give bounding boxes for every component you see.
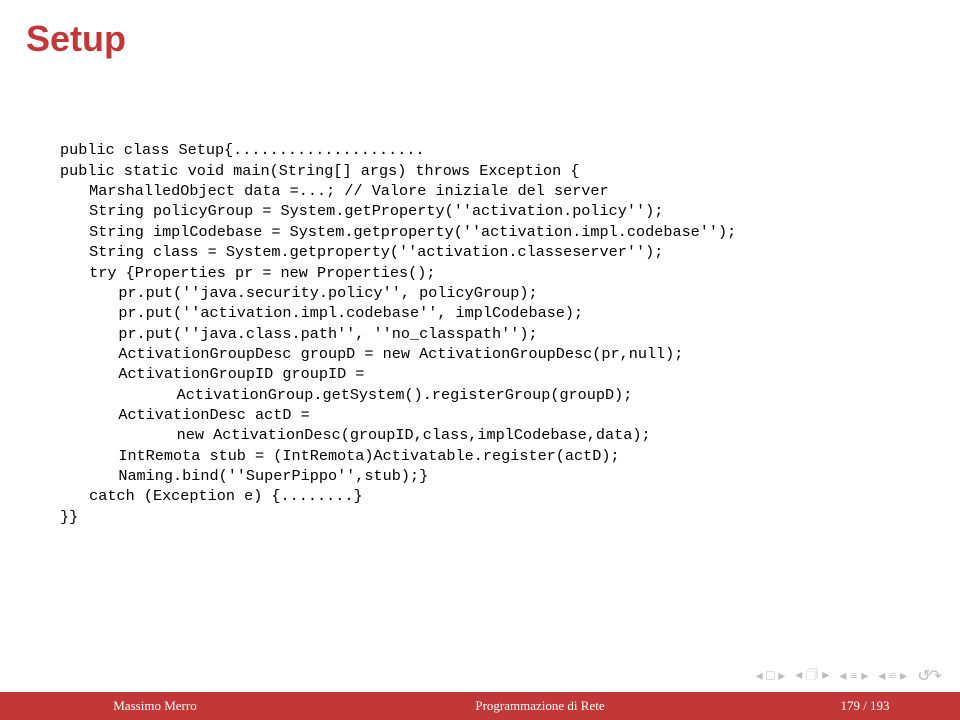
nav-prevsection-icon[interactable]: ◂ 🗇 ▸ xyxy=(795,664,829,688)
code-line: pr.put(''java.class.path'', ''no_classpa… xyxy=(60,325,538,343)
nav-next-icon[interactable]: ◂ ≡ ▸ xyxy=(878,668,907,685)
code-line: String implCodebase = System.getproperty… xyxy=(60,223,736,241)
code-line: IntRemota stub = (IntRemota)Activatable.… xyxy=(60,447,620,465)
footer-author: Massimo Merro xyxy=(0,698,310,714)
code-line: }} xyxy=(60,508,78,526)
code-line: Naming.bind(''SuperPippo'',stub);} xyxy=(60,467,428,485)
code-line: public static void main(String[] args) t… xyxy=(60,162,580,180)
nav-first-icon[interactable]: ◂ □ ▸ xyxy=(756,668,786,685)
code-line: ActivationDesc actD = xyxy=(60,406,310,424)
code-line: pr.put(''java.security.policy'', policyG… xyxy=(60,284,538,302)
code-line: public class Setup{..................... xyxy=(60,141,425,159)
code-line: String class = System.getproperty(''acti… xyxy=(60,243,663,261)
code-line: pr.put(''activation.impl.codebase'', imp… xyxy=(60,304,583,322)
code-block: public class Setup{.....................… xyxy=(0,60,960,692)
code-line: ActivationGroupID groupID = xyxy=(60,365,364,383)
slide-title: Setup xyxy=(0,0,960,60)
nav-prev-icon[interactable]: ◂ ≡ ▸ xyxy=(839,668,868,685)
footer-bar: Massimo Merro Programmazione di Rete 179… xyxy=(0,692,960,720)
code-line: try {Properties pr = new Properties(); xyxy=(60,264,436,282)
footer-title: Programmazione di Rete xyxy=(310,698,770,714)
code-line: ActivationGroupDesc groupD = new Activat… xyxy=(60,345,683,363)
code-line: new ActivationDesc(groupID,class,implCod… xyxy=(60,426,651,444)
nav-loop-icon[interactable]: ↺↷ xyxy=(917,666,940,686)
code-line: ActivationGroup.getSystem().registerGrou… xyxy=(60,386,632,404)
code-line: String policyGroup = System.getProperty(… xyxy=(60,202,663,220)
nav-controls: ◂ □ ▸ ◂ 🗇 ▸ ◂ ≡ ▸ ◂ ≡ ▸ ↺↷ xyxy=(756,664,940,688)
code-line: catch (Exception e) {........} xyxy=(60,487,363,505)
footer-page: 179 / 193 xyxy=(770,698,960,714)
code-line: MarshalledObject data =...; // Valore in… xyxy=(60,182,609,200)
